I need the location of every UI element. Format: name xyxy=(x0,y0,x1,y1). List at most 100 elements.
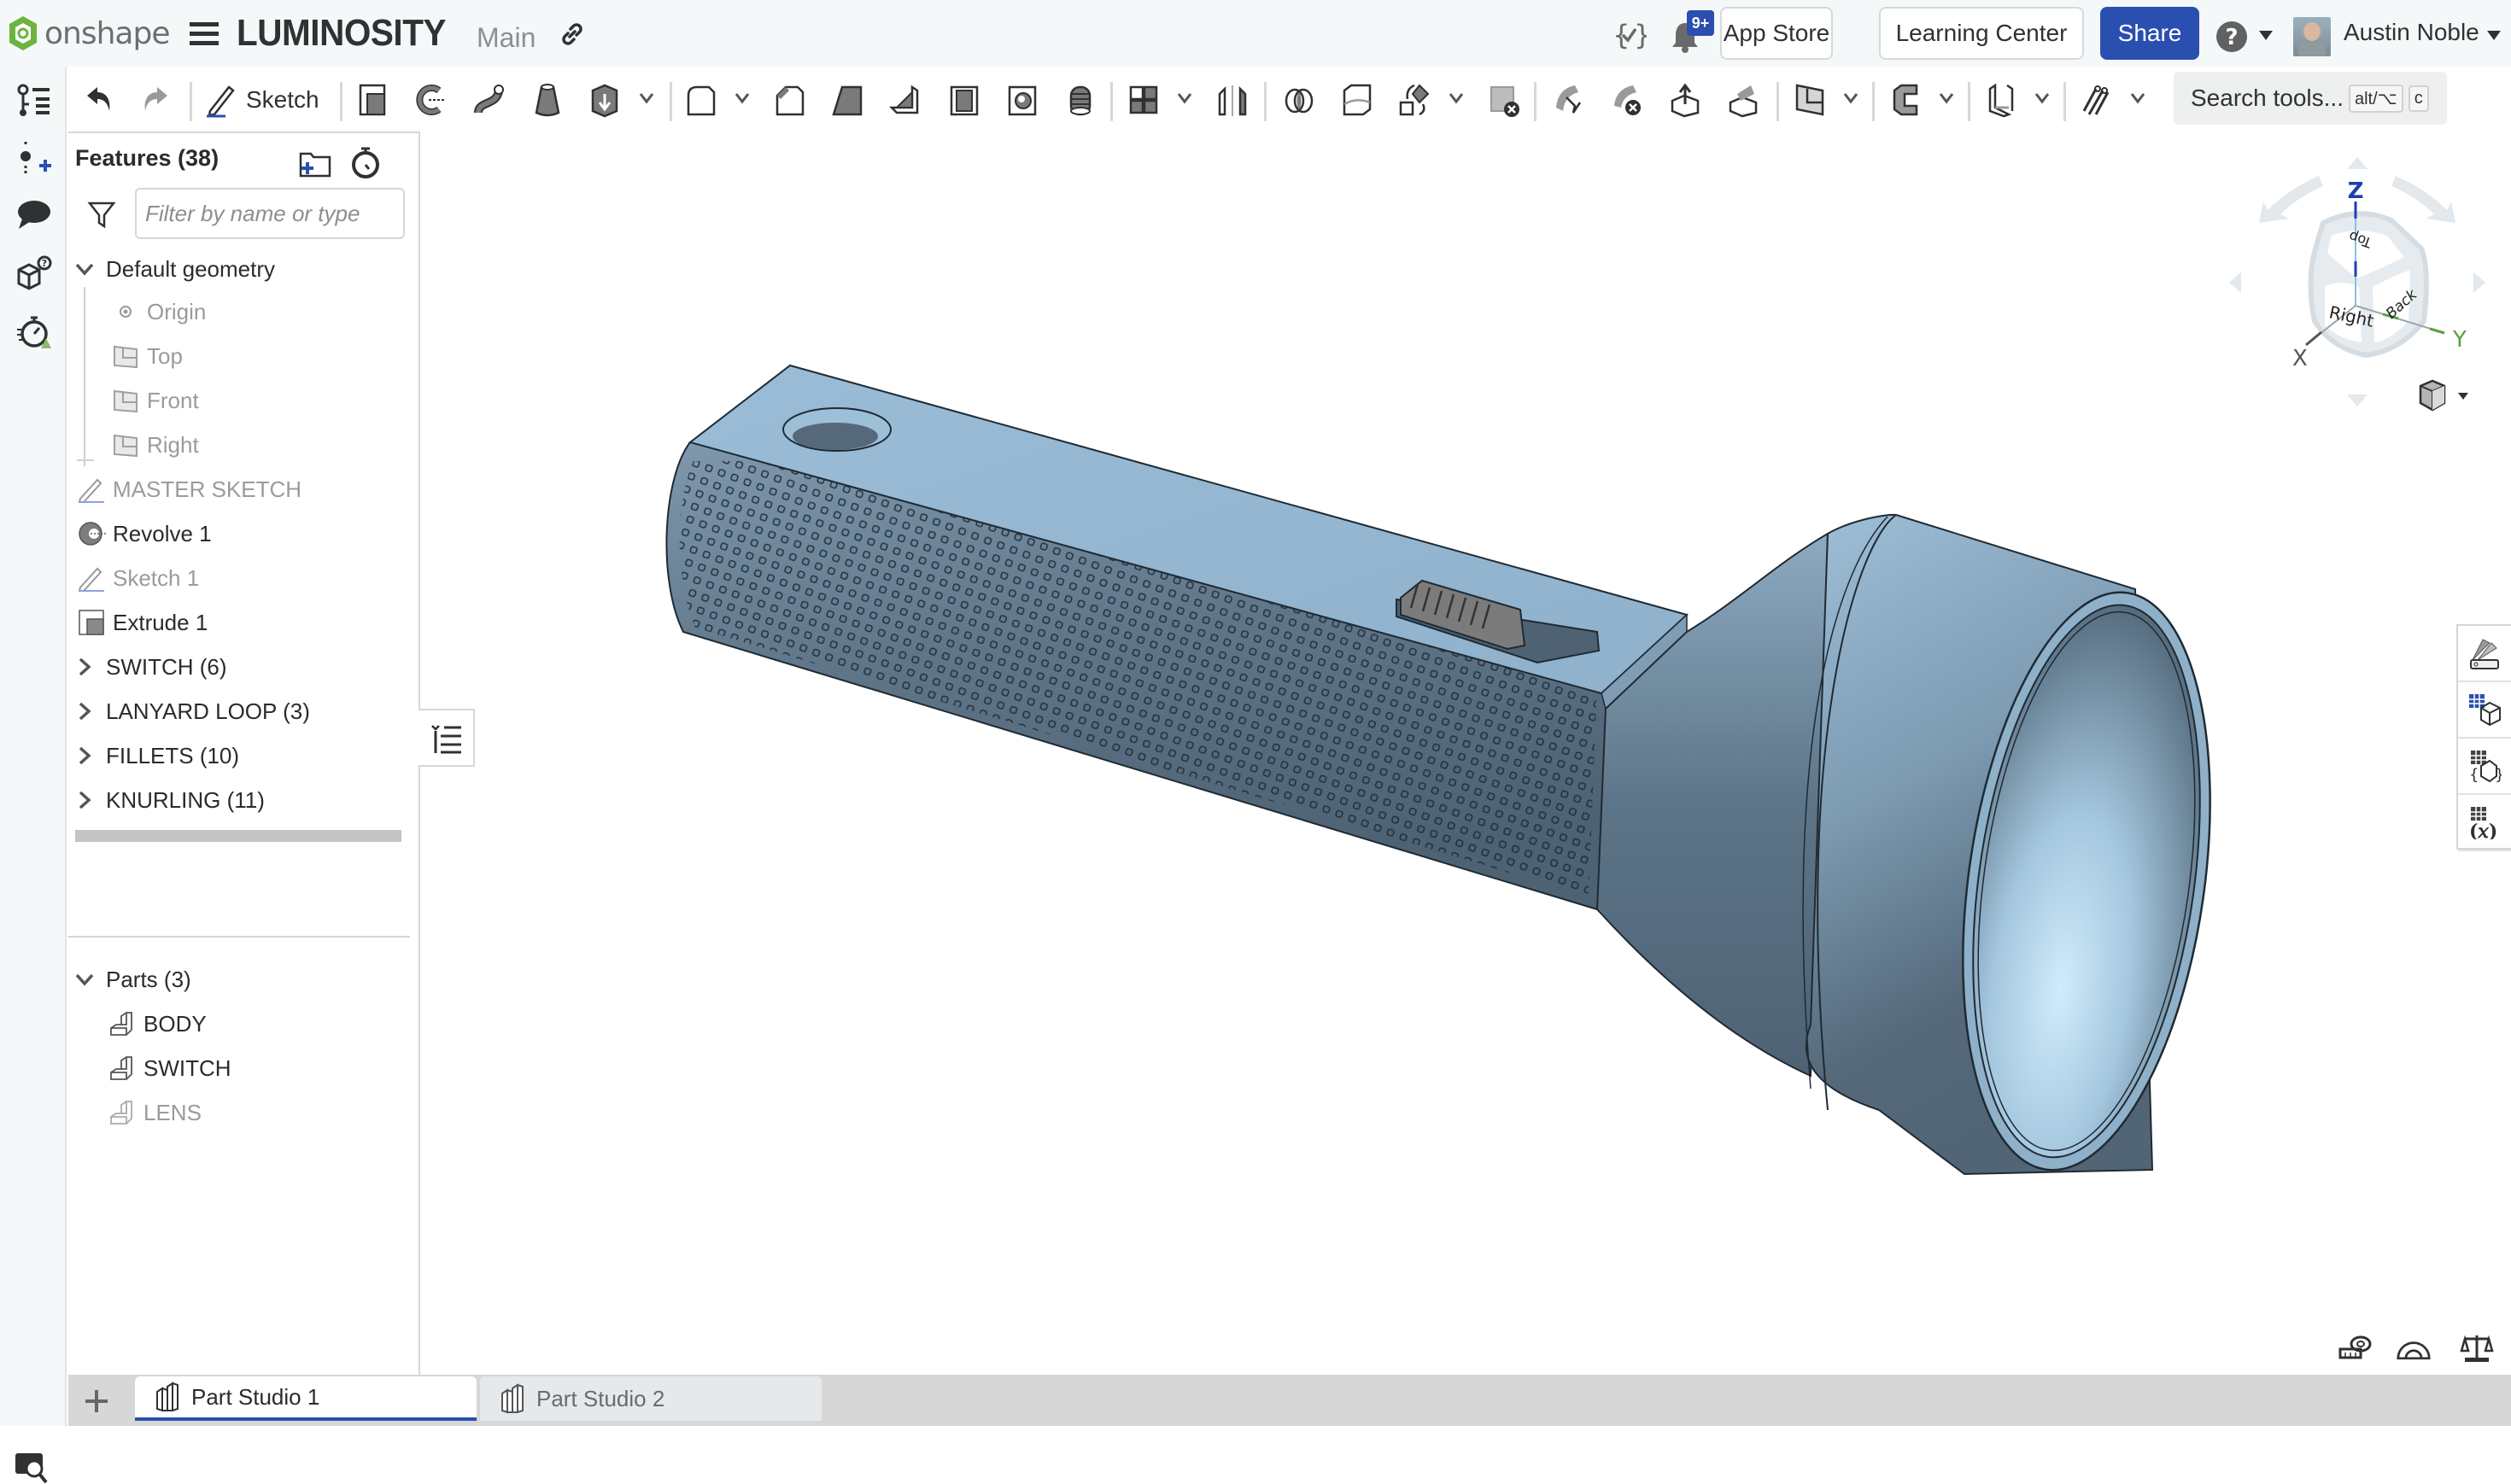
avatar[interactable] xyxy=(2293,17,2331,56)
chevron-down-icon[interactable] xyxy=(73,258,96,280)
flashlight-head[interactable] xyxy=(1802,513,2244,1186)
fillet-icon[interactable] xyxy=(683,82,719,118)
parts-list-header[interactable]: Parts (3) xyxy=(73,958,415,1001)
parts-help-icon[interactable]: ? xyxy=(15,254,53,292)
stopwatch-icon[interactable] xyxy=(350,145,381,179)
tree-item-revolve-1[interactable]: Revolve 1 xyxy=(77,512,418,555)
filter-icon[interactable] xyxy=(87,200,116,229)
feature-list-icon[interactable] xyxy=(15,82,53,120)
delete-part-icon[interactable] xyxy=(1486,82,1522,118)
modify-fillet-icon[interactable] xyxy=(1551,82,1587,118)
graphics-viewport[interactable] xyxy=(475,133,2511,1375)
chevron-down-icon[interactable] xyxy=(639,92,654,104)
add-tab-icon[interactable] xyxy=(82,1387,111,1416)
variable-table-button[interactable]: {} xyxy=(2458,739,2511,795)
chevron-right-icon[interactable] xyxy=(73,789,96,811)
app-store-button[interactable]: App Store xyxy=(1720,7,1833,60)
tree-item-master-sketch[interactable]: MASTER SKETCH xyxy=(77,468,418,511)
share-button[interactable]: Share xyxy=(2100,7,2199,60)
menu-icon[interactable] xyxy=(190,22,219,46)
chevron-down-icon[interactable] xyxy=(1177,92,1192,104)
replace-face-icon[interactable] xyxy=(1725,82,1761,118)
help-dropdown-icon[interactable] xyxy=(2259,31,2273,41)
loft-icon[interactable] xyxy=(530,82,565,118)
chevron-right-icon[interactable] xyxy=(73,656,96,678)
panel-divider[interactable] xyxy=(68,936,410,938)
plane-icon[interactable] xyxy=(1792,82,1828,118)
chevron-down-icon[interactable] xyxy=(2130,92,2145,104)
transform-icon[interactable] xyxy=(1397,82,1433,118)
draft-icon[interactable] xyxy=(830,82,866,118)
frame-icon[interactable] xyxy=(1983,82,2019,118)
hole-icon[interactable] xyxy=(1004,82,1040,118)
helix-icon[interactable] xyxy=(2079,82,2115,118)
boolean-icon[interactable] xyxy=(1281,82,1317,118)
appearance-panel-button[interactable] xyxy=(2458,626,2511,682)
tree-item-default-geometry[interactable]: Default geometry xyxy=(73,248,415,290)
chevron-right-icon[interactable] xyxy=(73,745,96,767)
part-item-lens[interactable]: LENS xyxy=(108,1091,449,1134)
delete-face-icon[interactable] xyxy=(1609,82,1645,118)
branch-name[interactable]: Main xyxy=(477,22,536,54)
comments-icon[interactable] xyxy=(15,196,53,234)
chevron-down-icon[interactable] xyxy=(1843,92,1858,104)
tab-part-studio-1[interactable]: Part Studio 1 xyxy=(135,1376,477,1421)
measure-tape-icon[interactable] xyxy=(2338,1334,2373,1363)
view-options-button[interactable] xyxy=(2415,377,2475,415)
insert-mate-connector-icon[interactable] xyxy=(15,140,53,178)
mass-properties-icon[interactable] xyxy=(2460,1334,2494,1363)
folder-fillets[interactable]: FILLETS (10) xyxy=(73,734,415,777)
mirror-icon[interactable] xyxy=(1215,82,1250,118)
thicken-icon[interactable] xyxy=(588,82,623,118)
chamfer-icon[interactable] xyxy=(772,82,808,118)
folder-knurling[interactable]: KNURLING (11) xyxy=(73,779,415,821)
folder-switch[interactable]: SWITCH (6) xyxy=(73,646,415,688)
user-name[interactable]: Austin Noble xyxy=(2344,19,2479,46)
tree-item-extrude-1[interactable]: Extrude 1 xyxy=(77,601,418,644)
filter-input[interactable] xyxy=(135,188,405,239)
rollback-bar[interactable] xyxy=(75,830,401,842)
thread-icon[interactable] xyxy=(1062,82,1098,118)
onshape-logo[interactable]: onshape xyxy=(9,15,170,51)
chevron-right-icon[interactable] xyxy=(73,700,96,722)
rib-icon[interactable] xyxy=(888,82,924,118)
tree-item-top-plane[interactable]: Top xyxy=(111,335,453,377)
help-icon[interactable]: ? xyxy=(2215,20,2248,53)
protractor-icon[interactable] xyxy=(2397,1334,2431,1363)
sheet-metal-icon[interactable] xyxy=(1888,82,1923,118)
chevron-down-icon[interactable] xyxy=(1939,92,1954,104)
pattern-icon[interactable] xyxy=(1126,82,1162,118)
flashlight-body[interactable] xyxy=(665,364,1689,911)
part-item-body[interactable]: BODY xyxy=(108,1002,449,1045)
chevron-down-icon[interactable] xyxy=(1449,92,1464,104)
performance-check-icon[interactable] xyxy=(15,313,53,350)
view-cube[interactable]: Z Y X Top Right Back xyxy=(2221,150,2494,415)
chevron-down-icon[interactable] xyxy=(735,92,750,104)
split-icon[interactable] xyxy=(1339,82,1375,118)
redo-icon[interactable] xyxy=(138,82,174,118)
part-item-switch[interactable]: SWITCH xyxy=(108,1047,449,1090)
chevron-down-icon[interactable] xyxy=(2034,92,2050,104)
user-dropdown-icon[interactable] xyxy=(2487,31,2501,41)
add-folder-icon[interactable] xyxy=(299,150,331,178)
sketch-button[interactable]: Sketch xyxy=(205,79,319,121)
shell-icon[interactable] xyxy=(946,82,982,118)
sweep-icon[interactable] xyxy=(471,82,507,118)
move-face-icon[interactable] xyxy=(1667,82,1703,118)
chevron-down-icon[interactable] xyxy=(73,968,96,990)
link-icon[interactable] xyxy=(557,19,588,50)
configuration-panel-button[interactable] xyxy=(2458,682,2511,739)
undo-icon[interactable] xyxy=(80,82,116,118)
panel-toggle-button[interactable] xyxy=(418,709,475,767)
custom-table-button[interactable]: (𝑥) xyxy=(2458,795,2511,851)
revolve-icon[interactable] xyxy=(413,82,449,118)
document-title[interactable]: LUMINOSITY xyxy=(237,12,446,55)
tree-item-origin[interactable]: Origin xyxy=(111,290,453,333)
tree-item-sketch-1[interactable]: Sketch 1 xyxy=(77,557,418,599)
search-display-icon[interactable] xyxy=(14,1450,51,1484)
tab-part-studio-2[interactable]: Part Studio 2 xyxy=(480,1376,822,1421)
tree-item-right-plane[interactable]: Right xyxy=(111,424,453,466)
extrude-icon[interactable] xyxy=(355,82,391,118)
variable-check-icon[interactable]: { } xyxy=(1613,19,1647,51)
learning-center-button[interactable]: Learning Center xyxy=(1879,7,2084,60)
